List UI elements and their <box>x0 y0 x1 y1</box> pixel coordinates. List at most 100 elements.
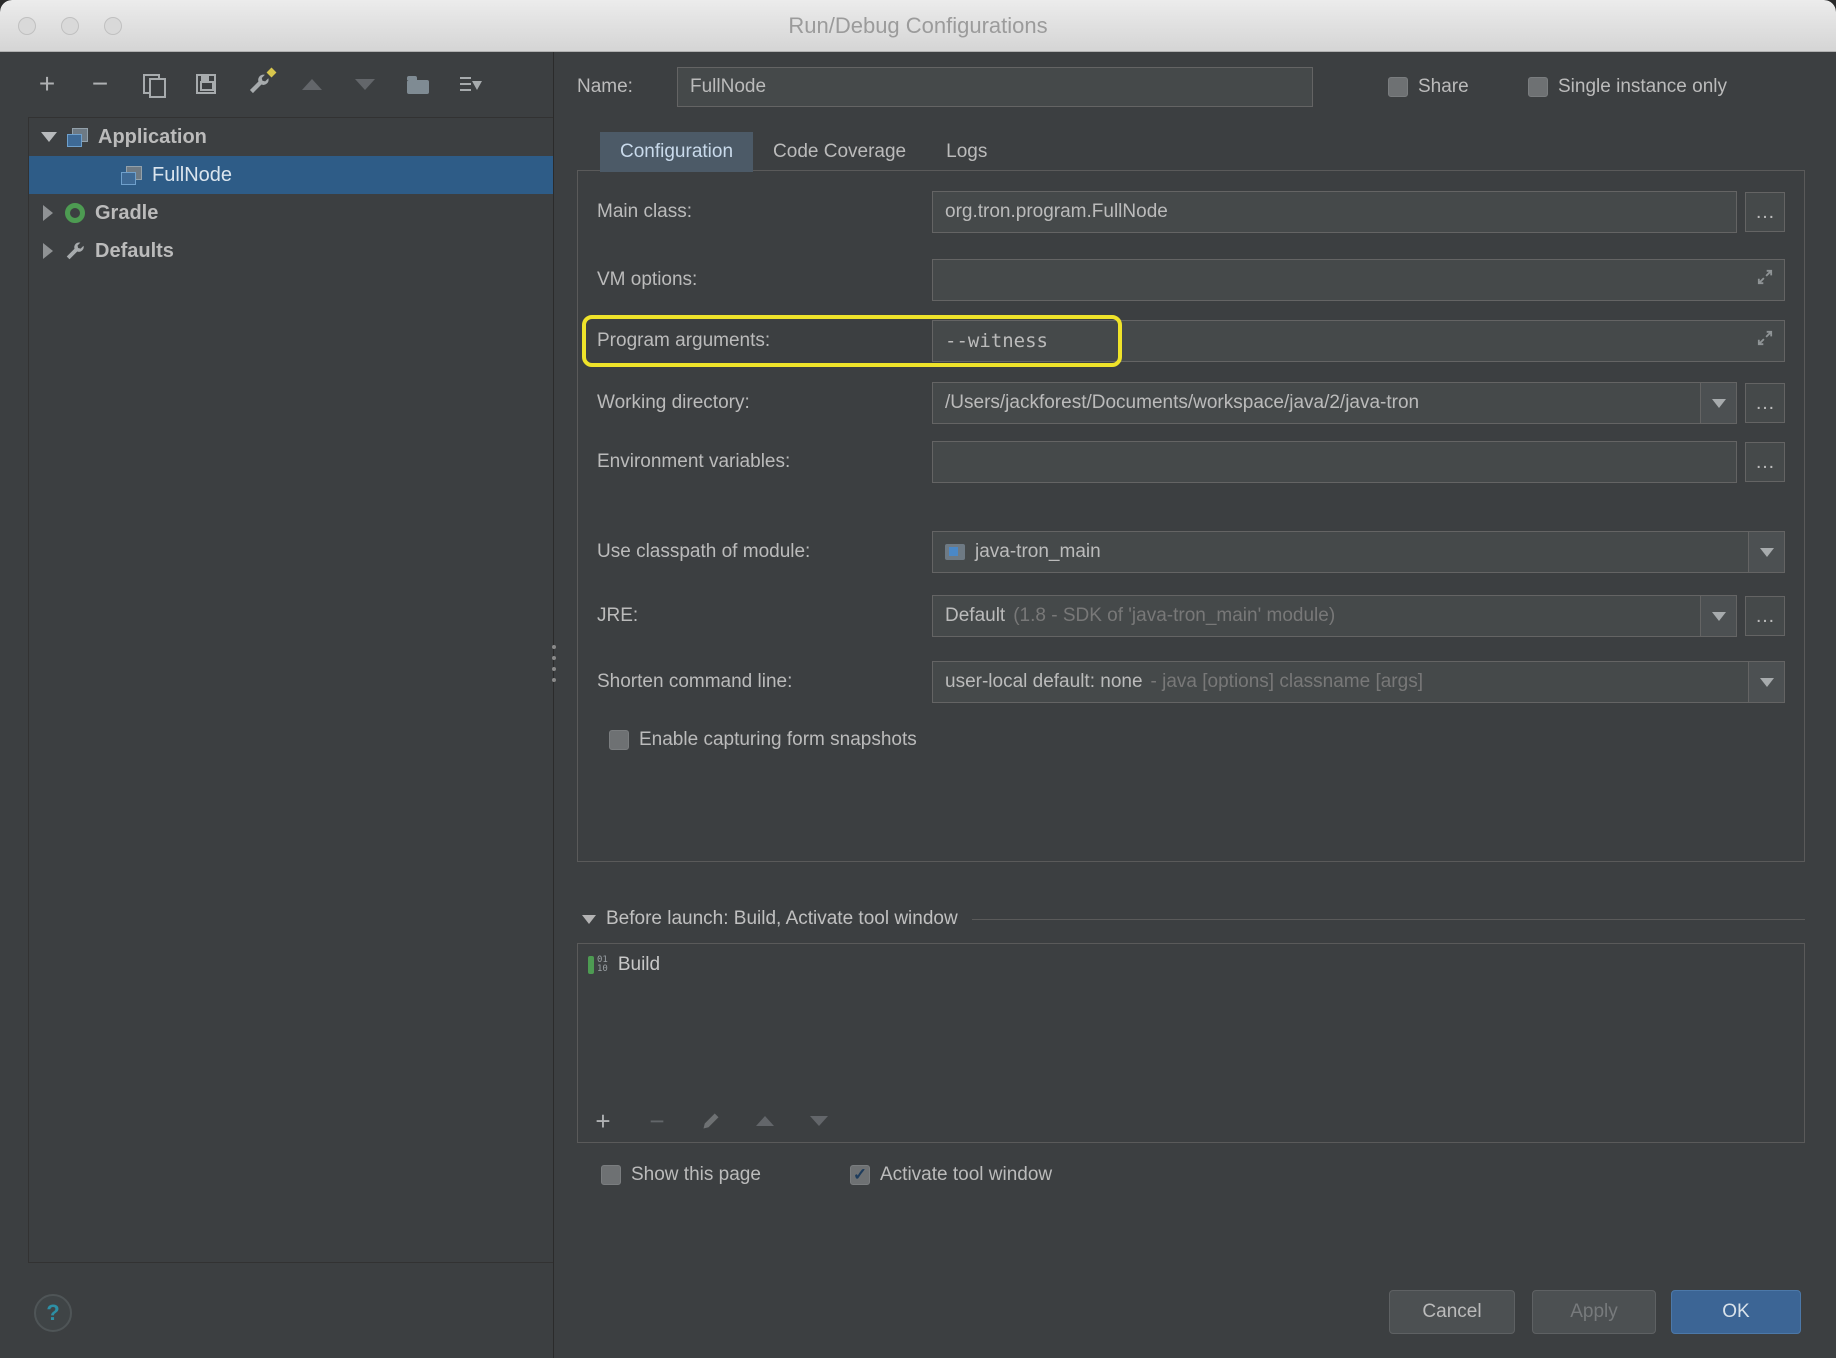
wrench-icon <box>248 73 270 95</box>
save-configuration-icon[interactable] <box>193 71 219 97</box>
expanded-arrow-icon[interactable] <box>41 132 57 142</box>
zoom-button[interactable] <box>104 17 122 35</box>
add-task-icon[interactable]: + <box>590 1108 616 1134</box>
tree-node-application[interactable]: Application <box>29 118 553 156</box>
working-directory-value: /Users/jackforest/Documents/workspace/ja… <box>945 392 1419 414</box>
dropdown-arrow-icon[interactable] <box>1700 383 1736 423</box>
single-instance-label: Single instance only <box>1558 76 1727 98</box>
single-instance-checkbox-group[interactable]: Single instance only <box>1528 67 1727 107</box>
environment-variables-input[interactable] <box>932 441 1737 483</box>
activate-tool-window-checkbox[interactable]: ✓ <box>850 1165 870 1185</box>
shorten-command-line-combo[interactable]: user-local default: none - java [options… <box>932 661 1785 703</box>
environment-variables-browse-button[interactable]: … <box>1745 442 1785 482</box>
dropdown-arrow-icon[interactable] <box>1748 532 1784 572</box>
working-directory-browse-button[interactable]: … <box>1745 383 1785 423</box>
tree-node-gradle[interactable]: Gradle <box>29 194 553 232</box>
share-checkbox-group[interactable]: Share <box>1388 67 1469 107</box>
folder-icon <box>407 80 429 94</box>
vm-options-row: VM options: <box>597 259 1785 301</box>
environment-variables-label: Environment variables: <box>597 451 932 473</box>
tree-node-fullnode[interactable]: FullNode <box>29 156 553 194</box>
remove-task-icon[interactable]: − <box>644 1108 670 1134</box>
capture-snapshots-row: Enable capturing form snapshots <box>597 719 1785 761</box>
classpath-module-combo[interactable]: java-tron_main <box>932 531 1785 573</box>
activate-tool-window-checkbox-group[interactable]: ✓ Activate tool window <box>850 1155 1052 1195</box>
environment-variables-row: Environment variables: … <box>597 441 1785 483</box>
move-up-icon[interactable] <box>299 71 325 97</box>
before-launch-item-label: Build <box>618 954 660 976</box>
ok-button[interactable]: OK <box>1671 1290 1801 1334</box>
program-arguments-input[interactable]: --witness <box>932 320 1785 362</box>
dropdown-arrow-icon[interactable] <box>1748 662 1784 702</box>
activate-tool-window-label: Activate tool window <box>880 1164 1052 1186</box>
chevron-up-icon <box>302 79 322 90</box>
working-directory-label: Working directory: <box>597 392 932 414</box>
configurations-tree: Application FullNode Gradle Defaults <box>28 117 553 1263</box>
tab-bar: Configuration Code Coverage Logs <box>600 132 1007 172</box>
apply-button[interactable]: Apply <box>1532 1290 1656 1334</box>
before-launch-item-build[interactable]: 01 10 Build <box>578 944 1804 986</box>
copy-configuration-icon[interactable] <box>140 71 166 97</box>
move-task-down-icon[interactable] <box>806 1108 832 1134</box>
dropdown-arrow-icon[interactable] <box>1700 596 1736 636</box>
help-button[interactable]: ? <box>34 1294 72 1332</box>
vm-options-input[interactable] <box>932 259 1785 301</box>
chevron-down-icon <box>810 1116 828 1126</box>
sort-configurations-icon[interactable] <box>458 71 484 97</box>
main-class-row: Main class: org.tron.program.FullNode … <box>597 191 1785 233</box>
move-down-icon[interactable] <box>352 71 378 97</box>
jre-label: JRE: <box>597 605 932 627</box>
minimize-button[interactable] <box>61 17 79 35</box>
remove-configuration-icon[interactable]: − <box>87 71 113 97</box>
shorten-command-line-label: Shorten command line: <box>597 671 932 693</box>
sort-icon <box>460 75 482 93</box>
show-this-page-checkbox[interactable] <box>601 1165 621 1185</box>
jre-browse-button[interactable]: … <box>1745 596 1785 636</box>
module-icon <box>945 544 965 560</box>
configuration-editor: Name: FullNode Share Single instance onl… <box>554 52 1836 1358</box>
single-instance-checkbox[interactable] <box>1528 77 1548 97</box>
expand-field-icon[interactable] <box>1756 329 1774 353</box>
chevron-down-icon <box>355 79 375 90</box>
cancel-button[interactable]: Cancel <box>1389 1290 1515 1334</box>
tree-node-label: Application <box>98 126 207 149</box>
tree-node-label: Gradle <box>95 202 158 225</box>
capture-snapshots-checkbox[interactable] <box>609 730 629 750</box>
tree-node-label: Defaults <box>95 240 174 263</box>
collapsed-arrow-icon[interactable] <box>43 243 53 259</box>
show-this-page-checkbox-group[interactable]: Show this page <box>601 1155 761 1195</box>
close-button[interactable] <box>18 17 36 35</box>
expand-field-icon[interactable] <box>1756 268 1774 292</box>
window-title: Run/Debug Configurations <box>788 13 1047 39</box>
before-launch-toolbar: + − <box>590 1108 832 1134</box>
classpath-module-value: java-tron_main <box>975 541 1101 563</box>
new-folder-icon[interactable] <box>405 71 431 97</box>
expanded-arrow-icon[interactable] <box>582 915 596 924</box>
working-directory-combo[interactable]: /Users/jackforest/Documents/workspace/ja… <box>932 382 1737 424</box>
classpath-module-label: Use classpath of module: <box>597 541 932 563</box>
name-input[interactable]: FullNode <box>677 67 1313 107</box>
tab-configuration[interactable]: Configuration <box>600 132 753 172</box>
add-configuration-icon[interactable]: + <box>34 71 60 97</box>
tab-logs[interactable]: Logs <box>926 132 1007 172</box>
jre-value: Default <box>945 605 1005 627</box>
before-launch-panel: 01 10 Build + − <box>577 943 1805 1143</box>
edit-templates-icon[interactable] <box>246 71 272 97</box>
name-row: Name: FullNode <box>577 67 1313 107</box>
main-class-input[interactable]: org.tron.program.FullNode <box>932 191 1737 233</box>
share-checkbox[interactable] <box>1388 77 1408 97</box>
main-class-browse-button[interactable]: … <box>1745 192 1785 232</box>
before-launch-header[interactable]: Before launch: Build, Activate tool wind… <box>582 902 1805 936</box>
program-arguments-value: --witness <box>945 330 1048 352</box>
tab-code-coverage[interactable]: Code Coverage <box>753 132 926 172</box>
move-task-up-icon[interactable] <box>752 1108 778 1134</box>
tree-node-defaults[interactable]: Defaults <box>29 232 553 270</box>
edit-task-icon[interactable] <box>698 1108 724 1134</box>
pencil-icon <box>701 1111 721 1131</box>
jre-combo[interactable]: Default (1.8 - SDK of 'java-tron_main' m… <box>932 595 1737 637</box>
titlebar[interactable]: Run/Debug Configurations <box>0 0 1836 52</box>
shorten-command-line-hint: - java [options] classname [args] <box>1151 671 1423 693</box>
sidebar-toolbar: + − <box>34 60 484 108</box>
build-icon: 01 10 <box>588 956 608 974</box>
collapsed-arrow-icon[interactable] <box>43 205 53 221</box>
